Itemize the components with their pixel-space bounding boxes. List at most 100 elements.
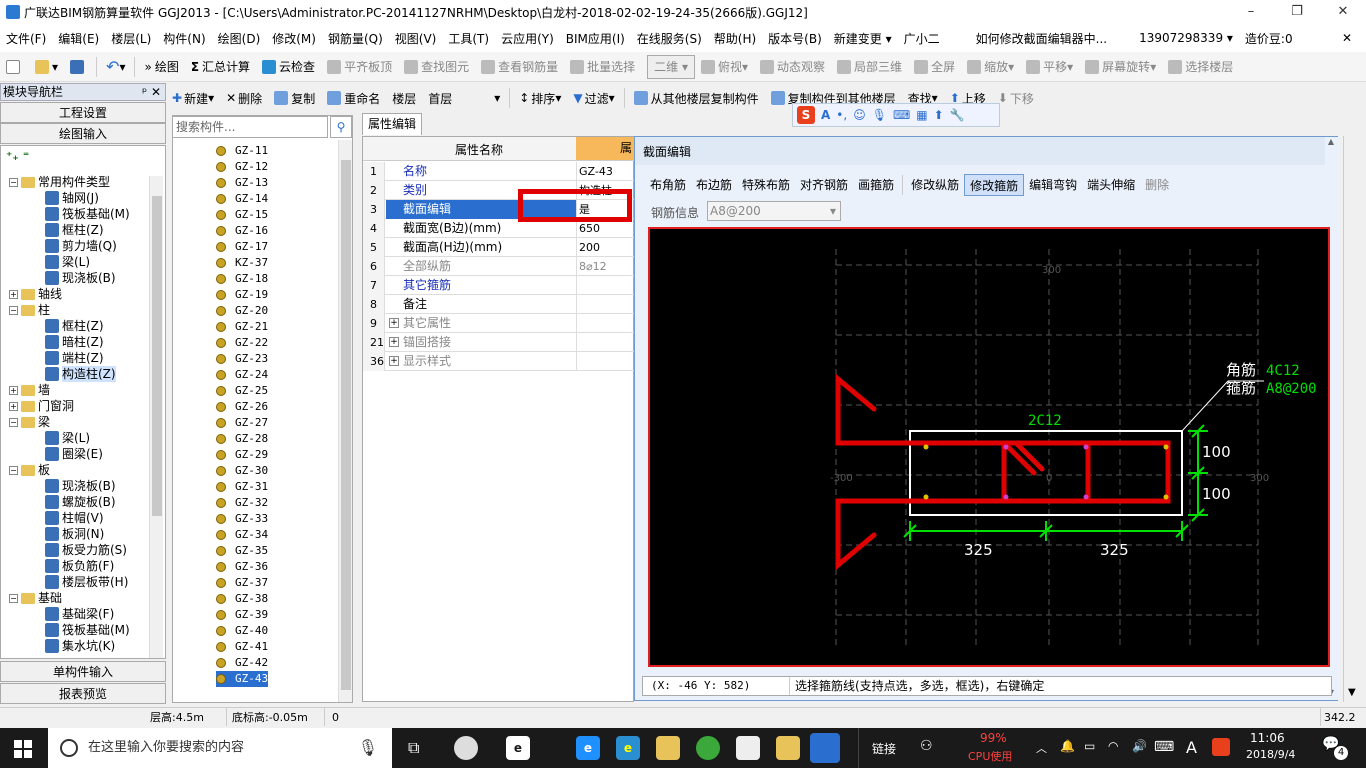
rename-button[interactable]: 重命名 <box>321 86 386 110</box>
expand-icon[interactable]: + <box>9 385 18 395</box>
taskbar-link-label[interactable]: 链接 <box>872 740 896 757</box>
menu-account[interactable]: 13907298339 ▾ <box>1133 31 1239 45</box>
menu-new-change[interactable]: 新建变更 ▾ <box>828 30 898 47</box>
notification-bell-icon[interactable]: 🔔 <box>1060 739 1075 753</box>
battery-icon[interactable]: ▭ <box>1084 739 1095 753</box>
menu-bim[interactable]: BIM应用(I) <box>560 30 631 47</box>
batch-select-button[interactable]: 批量选择 <box>564 55 641 79</box>
place-side-rebar-button[interactable]: 布边筋 <box>691 174 737 196</box>
search-icon[interactable]: ⚲ <box>330 116 352 138</box>
copy-from-floor-button[interactable]: 从其他楼层复制构件 <box>628 86 765 110</box>
ggj-app-icon[interactable] <box>810 733 840 763</box>
expand-icon[interactable]: + <box>389 356 399 366</box>
component-list-item[interactable]: GZ-17 <box>216 239 268 255</box>
sort-button[interactable]: ↕ 排序 ▾ <box>513 86 567 110</box>
browser-360-icon[interactable] <box>696 736 720 760</box>
upload-icon[interactable]: ⬆ <box>934 108 944 122</box>
close-button[interactable]: ✕ <box>1320 0 1366 24</box>
input-language[interactable]: A <box>1186 738 1197 757</box>
end-extend-button[interactable]: 端头伸缩 <box>1082 174 1140 196</box>
tree-item[interactable]: 剪力墙(Q) <box>45 238 117 254</box>
search-input[interactable]: 搜索构件... <box>172 116 328 138</box>
zoom-button[interactable]: 缩放 ▾ <box>961 55 1020 79</box>
component-list-item[interactable]: GZ-11 <box>216 143 268 159</box>
menu-draw[interactable]: 绘图(D) <box>212 30 267 47</box>
microphone-icon[interactable]: 🎙 <box>358 728 378 768</box>
wifi-icon[interactable]: ◠ <box>1108 739 1118 753</box>
component-list-item[interactable]: GZ-25 <box>216 383 268 399</box>
microphone-icon[interactable]: 🎙 <box>872 108 887 122</box>
tree-item[interactable]: 基础梁(F) <box>45 606 114 622</box>
scroll-up-icon[interactable]: ▲ <box>1325 137 1337 149</box>
component-list-item[interactable]: GZ-37 <box>216 575 268 591</box>
property-value[interactable] <box>576 276 634 295</box>
report-preview-button[interactable]: 报表预览 <box>0 683 166 704</box>
fullscreen-button[interactable]: 全屏 <box>908 55 961 79</box>
mail-icon[interactable] <box>736 736 760 760</box>
menu-floor[interactable]: 楼层(L) <box>105 30 157 47</box>
component-list-item[interactable]: GZ-39 <box>216 607 268 623</box>
component-list-item[interactable]: GZ-18 <box>216 271 268 287</box>
tree-item[interactable]: 柱帽(V) <box>45 510 104 526</box>
draw-button[interactable]: » 绘图 <box>138 55 184 79</box>
fan-app-icon[interactable] <box>454 736 478 760</box>
tree-folder[interactable]: − 板 <box>9 462 50 478</box>
tree-item[interactable]: 梁(L) <box>45 254 90 270</box>
component-list-item[interactable]: GZ-32 <box>216 495 268 511</box>
tree-item[interactable]: 现浇板(B) <box>45 478 116 494</box>
property-value[interactable]: GZ-43 <box>576 162 634 181</box>
collapse-icon[interactable]: − <box>9 305 18 315</box>
component-list-item[interactable]: GZ-29 <box>216 447 268 463</box>
component-list-item[interactable]: GZ-33 <box>216 511 268 527</box>
windows-start-icon[interactable] <box>14 740 32 758</box>
pin-icon[interactable]: ᵖ ✕ <box>142 84 161 100</box>
component-list-item[interactable]: GZ-34 <box>216 527 268 543</box>
component-list-item[interactable]: GZ-40 <box>216 623 268 639</box>
tree-item[interactable]: 集水坑(K) <box>45 638 115 654</box>
tree-item[interactable]: 螺旋板(B) <box>45 494 116 510</box>
draw-stirrup-button[interactable]: 画箍筋 <box>853 174 899 196</box>
menu-online[interactable]: 在线服务(S) <box>631 30 708 47</box>
component-list-item[interactable]: GZ-24 <box>216 367 268 383</box>
component-list-item[interactable]: GZ-21 <box>216 319 268 335</box>
expand-icon[interactable]: + <box>9 289 18 299</box>
ime-mode-icon[interactable]: A <box>821 108 830 122</box>
menu-menu-close[interactable]: ✕ <box>1336 31 1358 45</box>
find-element-button[interactable]: 查找图元 <box>398 55 475 79</box>
menu-help[interactable]: 帮助(H) <box>708 30 762 47</box>
drawing-input-button[interactable]: 绘图输入 <box>0 123 166 144</box>
tree-folder[interactable]: − 柱 <box>9 302 50 318</box>
select-floor-button[interactable]: 选择楼层 <box>1162 55 1239 79</box>
menu-modify[interactable]: 修改(M) <box>266 30 322 47</box>
menu-file[interactable]: 文件(F) <box>0 30 52 47</box>
delete-button[interactable]: 删除 <box>1140 174 1174 196</box>
tree-folder[interactable]: − 梁 <box>9 414 50 430</box>
property-value[interactable]: 8⌀12 <box>576 257 634 276</box>
property-row[interactable]: 36 + 显示样式 <box>363 352 635 371</box>
file-explorer-icon[interactable] <box>656 736 680 760</box>
skin-icon[interactable]: ▦ <box>916 108 927 122</box>
component-list-item[interactable]: GZ-36 <box>216 559 268 575</box>
pan-button[interactable]: 平移 ▾ <box>1020 55 1079 79</box>
rotate-button[interactable]: 屏幕旋转 ▾ <box>1079 55 1162 79</box>
component-list-item[interactable]: GZ-23 <box>216 351 268 367</box>
sogou-tray-icon[interactable] <box>1212 738 1230 756</box>
dynamic-observe-button[interactable]: 动态观察 <box>754 55 831 79</box>
component-list-item[interactable]: GZ-13 <box>216 175 268 191</box>
flat-top-button[interactable]: 平齐板顶 <box>321 55 398 79</box>
tree-item[interactable]: 暗柱(Z) <box>45 334 104 350</box>
rebar-info-select[interactable]: A8@200 ▾ <box>707 201 841 221</box>
component-list-item[interactable]: GZ-38 <box>216 591 268 607</box>
keyboard-icon[interactable]: ⌨ <box>893 108 910 122</box>
nav-scroll-thumb[interactable] <box>152 196 162 516</box>
list-scrollbar[interactable] <box>338 140 352 702</box>
component-list-item[interactable]: GZ-20 <box>216 303 268 319</box>
overlook-button[interactable]: 俯视 ▾ <box>695 55 754 79</box>
ie-icon[interactable]: e <box>616 736 640 760</box>
property-value[interactable] <box>576 352 634 371</box>
nav-scrollbar[interactable] <box>149 176 163 658</box>
taskbar-search-input[interactable]: 在这里输入你要搜索的内容 🎙 <box>48 728 392 768</box>
property-row[interactable]: 8 备注 <box>363 295 635 314</box>
menu-help-question[interactable]: 如何修改截面编辑器中... <box>970 30 1113 47</box>
collapse-icon[interactable]: − <box>9 593 18 603</box>
